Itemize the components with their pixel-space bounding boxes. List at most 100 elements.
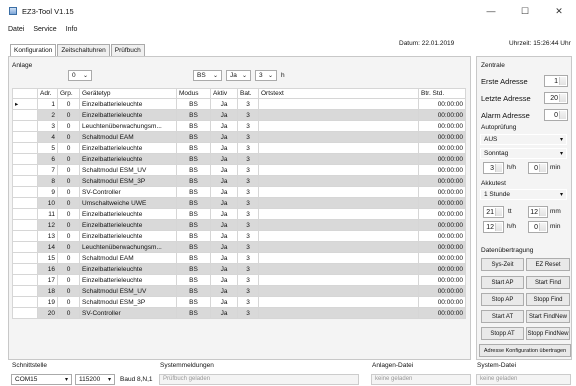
row-selector[interactable] [12, 296, 38, 308]
start-findnew-button[interactable]: Start FindNew [526, 310, 570, 323]
row-selector[interactable] [12, 219, 38, 231]
row-selector[interactable] [12, 307, 38, 319]
row-selector[interactable] [12, 252, 38, 264]
row-selector[interactable]: ▸ [12, 98, 38, 110]
table-cell: BS [176, 219, 211, 231]
row-selector[interactable] [12, 186, 38, 198]
table-cell: 3 [237, 296, 259, 308]
menu-info[interactable]: Info [66, 26, 78, 33]
minimize-icon[interactable]: — [474, 0, 508, 22]
akkutest-day-spinner[interactable]: 21 [483, 206, 504, 218]
table-row[interactable]: 13 0 Einzelbatterieleuchte BS Ja 3 00:00:00 [12, 230, 466, 242]
autopruefung-select[interactable]: AUS ▾ [480, 134, 567, 145]
ez-reset-button[interactable]: EZ Reset [526, 258, 570, 271]
table-cell: BS [176, 197, 211, 209]
row-selector[interactable] [12, 197, 38, 209]
maximize-icon[interactable]: ☐ [508, 0, 542, 22]
tab-pruefbuch[interactable]: Prüfbuch [110, 44, 145, 56]
row-selector[interactable] [12, 175, 38, 187]
chevron-down-icon: ⌄ [212, 73, 218, 79]
row-selector[interactable] [12, 230, 38, 242]
table-cell: 9 [37, 186, 58, 198]
table-cell: 3 [237, 274, 259, 286]
autotest-hour-spinner[interactable]: 3 [483, 162, 504, 174]
start-ap-button[interactable]: Start AP [481, 276, 524, 289]
system-datei-field: keine geladen [476, 374, 571, 385]
tab-konfiguration[interactable]: Konfiguration [10, 44, 57, 56]
alarm-adresse-spinner[interactable]: 0 [544, 109, 568, 121]
row-selector[interactable] [12, 120, 38, 132]
table-cell: 00:00:00 [418, 241, 466, 253]
table-row[interactable]: 18 0 Schaltmodul ESM_UV BS Ja 3 00:00:00 [12, 285, 466, 297]
row-selector[interactable] [12, 208, 38, 220]
table-cell [258, 175, 419, 187]
window-title: EZ3-Tool V1.15 [22, 6, 74, 16]
time-label: Uhrzeit: 15:26:44 Uhr [509, 40, 571, 47]
table-row[interactable]: 15 0 Schaltmodul EAM BS Ja 3 00:00:00 [12, 252, 466, 264]
erste-adresse-spinner[interactable]: 1 [544, 75, 568, 87]
stopp-at-button[interactable]: Stopp AT [481, 327, 524, 340]
menu-service[interactable]: Service [33, 26, 56, 33]
row-selector[interactable] [12, 164, 38, 176]
table-row[interactable]: 3 0 Leuchtenüberwachungsm... BS Ja 3 00:00:00 [12, 120, 466, 132]
table-row[interactable]: 19 0 Schaltmodul ESM_3P BS Ja 3 00:00:00 [12, 296, 466, 308]
start-at-button[interactable]: Start AT [481, 310, 524, 323]
close-icon[interactable]: ✕ [542, 0, 576, 22]
table-row[interactable]: 2 0 Einzelbatterieleuchte BS Ja 3 00:00:00 [12, 109, 466, 121]
datenuebertragung-label: Datenübertragung [481, 247, 534, 254]
port-select[interactable]: COM15 ▾ [11, 374, 72, 385]
baud-select[interactable]: 115200 ▾ [75, 374, 115, 385]
row-selector[interactable] [12, 109, 38, 121]
start-find-button[interactable]: Start Find [526, 276, 570, 289]
table-row[interactable]: 4 0 Schaltmodul EAM BS Ja 3 00:00:00 [12, 131, 466, 143]
menu-datei[interactable]: Datei [8, 26, 24, 33]
letzte-adresse-spinner[interactable]: 20 [544, 92, 568, 104]
sys-zeit-button[interactable]: Sys-Zeit [481, 258, 524, 271]
table-row[interactable]: 12 0 Einzelbatterieleuchte BS Ja 3 00:00:00 [12, 219, 466, 231]
table-row[interactable]: 11 0 Einzelbatterieleuchte BS Ja 3 00:00:00 [12, 208, 466, 220]
table-row[interactable]: 17 0 Einzelbatterieleuchte BS Ja 3 00:00:00 [12, 274, 466, 286]
table-cell: 19 [37, 296, 58, 308]
akkutest-select[interactable]: 1 Stunde ▾ [480, 189, 567, 200]
table-cell: 3 [237, 208, 259, 220]
stopp-find-button[interactable]: Stopp Find [526, 293, 570, 306]
table-row[interactable]: 14 0 Leuchtenüberwachungsm... BS Ja 3 00:00:00 [12, 241, 466, 253]
row-selector[interactable] [12, 274, 38, 286]
transfer-config-button[interactable]: Adresse Konfiguration übertragen [479, 344, 571, 357]
table-cell: Ja [210, 109, 238, 121]
row-selector[interactable] [12, 263, 38, 275]
akkutest-month-spinner[interactable]: 12 [528, 206, 548, 218]
table-row[interactable]: 20 0 SV-Controller BS Ja 3 00:00:00 [12, 307, 466, 319]
baud-label: Baud 8,N,1 [120, 376, 153, 383]
row-selector[interactable] [12, 153, 38, 165]
table-row[interactable]: 10 0 Umschaltweiche UWE BS Ja 3 00:00:00 [12, 197, 466, 209]
akkutest-min-spinner[interactable]: 0 [528, 221, 548, 233]
weekday-select[interactable]: Sonntag ▾ [480, 148, 567, 159]
aktiv-select[interactable]: Ja ⌄ [226, 70, 251, 81]
bat-select[interactable]: 3 ⌄ [255, 70, 277, 81]
stop-ap-button[interactable]: Stop AP [481, 293, 524, 306]
table-cell: 00:00:00 [418, 175, 466, 187]
table-cell: 3 [237, 263, 259, 275]
modus-select[interactable]: BS ⌄ [193, 70, 222, 81]
akkutest-hour-spinner[interactable]: 12 [483, 221, 504, 233]
table-row[interactable]: 7 0 Schaltmodul ESM_UV BS Ja 3 00:00:00 [12, 164, 466, 176]
row-selector[interactable] [12, 131, 38, 143]
row-selector[interactable] [12, 285, 38, 297]
stopp-findnew-button[interactable]: Stopp FindNew [526, 327, 570, 340]
table-cell [258, 285, 419, 297]
table-row[interactable]: 16 0 Einzelbatterieleuchte BS Ja 3 00:00:00 [12, 263, 466, 275]
table-row[interactable]: 8 0 Schaltmodul ESM_3P BS Ja 3 00:00:00 [12, 175, 466, 187]
row-selector[interactable] [12, 142, 38, 154]
table-cell: Ja [210, 164, 238, 176]
anlagen-datei-field: keine geladen [371, 374, 471, 385]
col-header: Adr. [37, 88, 58, 99]
table-row[interactable]: 6 0 Einzelbatterieleuchte BS Ja 3 00:00:00 [12, 153, 466, 165]
autotest-min-spinner[interactable]: 0 [528, 162, 548, 174]
row-selector[interactable] [12, 241, 38, 253]
tab-zeitschaltuhren[interactable]: Zeitschaltuhren [57, 44, 110, 56]
table-row[interactable]: 5 0 Einzelbatterieleuchte BS Ja 3 00:00:00 [12, 142, 466, 154]
table-row[interactable]: 9 0 SV-Controller BS Ja 3 00:00:00 [12, 186, 466, 198]
anlage-select[interactable]: 0 ⌄ [68, 70, 92, 81]
table-row[interactable]: ▸ 1 0 Einzelbatterieleuchte BS Ja 3 00:00:00 [12, 98, 466, 110]
